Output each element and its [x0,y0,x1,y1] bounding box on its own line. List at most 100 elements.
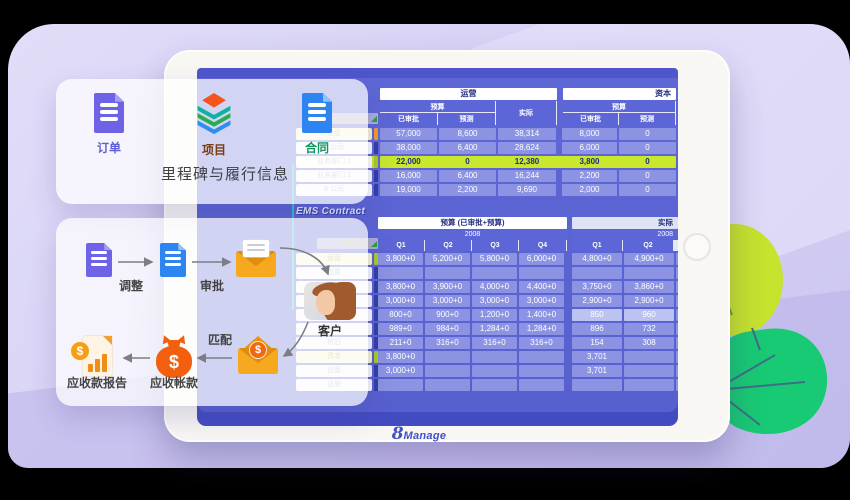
actual-q2-cell[interactable]: 732 [624,323,674,335]
cap-forecast-cell[interactable]: 0 [619,142,676,154]
budget-q1-cell[interactable]: 3,800+0 [378,281,423,293]
budget-q3-cell[interactable] [472,365,517,377]
budget-q3-cell[interactable] [472,351,517,363]
budget-q1-cell[interactable]: 989+0 [378,323,423,335]
budget-q2-cell[interactable]: 900+0 [425,309,470,321]
budget-q2-cell[interactable]: 984+0 [425,323,470,335]
top-table-row[interactable]: 16,000 6,400 16,244 2,200 0 [380,170,676,182]
actual-q1-cell[interactable]: 3,750+0 [572,281,622,293]
budget-q2-cell[interactable]: 5,200+0 [425,253,470,265]
ops-approved-cell[interactable]: 57,000 [380,128,437,140]
budget-q4-cell[interactable] [519,267,564,279]
ops-approved-cell[interactable]: 38,000 [380,142,437,154]
budget-q3-cell[interactable]: 4,000+0 [472,281,517,293]
ops-forecast-cell[interactable]: 8,600 [439,128,496,140]
budget-q3-cell[interactable]: 5,800+0 [472,253,517,265]
budget-q2-cell[interactable] [425,267,470,279]
actual-q2-cell[interactable] [624,351,674,363]
actual-q1-cell[interactable] [572,379,622,391]
budget-q3-cell[interactable]: 1,284+0 [472,323,517,335]
cap-approved-cell[interactable]: 2,200 [562,170,617,182]
budget-q4-cell[interactable]: 6,000+0 [519,253,564,265]
budget-q4-cell[interactable]: 4,400+0 [519,281,564,293]
budget-q3-cell[interactable]: 316+0 [472,337,517,349]
ops-actual-cell[interactable]: 16,244 [498,170,556,182]
actual-q1-cell[interactable]: 3,701 [572,351,622,363]
cap-forecast-cell[interactable]: 0 [619,156,676,168]
ops-approved-cell[interactable]: 16,000 [380,170,437,182]
actual-q1-cell[interactable]: 3,701 [572,365,622,377]
budget-q3-cell[interactable] [472,267,517,279]
bottom-table-row[interactable]: 3,000+0 3,701 [378,365,678,377]
budget-q3-cell[interactable] [472,379,517,391]
ops-forecast-cell[interactable]: 6,400 [439,170,496,182]
ops-approved-cell[interactable]: 19,000 [380,184,437,196]
budget-q2-cell[interactable] [425,351,470,363]
ops-actual-cell[interactable]: 28,624 [498,142,556,154]
actual-q1-cell[interactable]: 2,900+0 [572,295,622,307]
budget-q2-cell[interactable]: 3,000+0 [425,295,470,307]
cap-forecast-cell[interactable]: 0 [619,184,676,196]
budget-q1-cell[interactable]: 800+0 [378,309,423,321]
actual-q2-cell[interactable]: 2,900+0 [624,295,674,307]
cap-approved-cell[interactable]: 3,800 [562,156,617,168]
top-table-row[interactable]: 19,000 2,200 9,690 2,000 0 [380,184,676,196]
ops-forecast-cell[interactable]: 0 [439,156,496,168]
cap-forecast-cell[interactable]: 0 [619,128,676,140]
actual-q2-cell[interactable] [624,267,674,279]
budget-q3-cell[interactable]: 3,000+0 [472,295,517,307]
cap-approved-cell[interactable]: 2,000 [562,184,617,196]
actual-q2-cell[interactable]: 3,860+0 [624,281,674,293]
bottom-table-row[interactable] [378,379,678,391]
bottom-table-row[interactable]: 800+0 900+0 1,200+0 1,400+0 850 960 [378,309,678,321]
budget-q1-cell[interactable] [378,379,423,391]
ops-actual-cell[interactable]: 38,314 [498,128,556,140]
budget-q4-cell[interactable] [519,351,564,363]
actual-q2-cell[interactable]: 960 [624,309,674,321]
actual-q2-cell[interactable]: 308 [624,337,674,349]
budget-q1-cell[interactable] [378,267,423,279]
cap-forecast-cell[interactable]: 0 [619,170,676,182]
budget-q1-cell[interactable]: 3,800+0 [378,351,423,363]
budget-q2-cell[interactable]: 316+0 [425,337,470,349]
bottom-table-row[interactable]: 211+0 316+0 316+0 316+0 154 308 [378,337,678,349]
budget-q4-cell[interactable] [519,365,564,377]
cap-approved-cell[interactable]: 8,000 [562,128,617,140]
budget-q1-cell[interactable]: 3,800+0 [378,253,423,265]
bottom-table-row[interactable]: 3,800+0 3,900+0 4,000+0 4,400+0 3,750+0 … [378,281,678,293]
budget-q4-cell[interactable] [519,379,564,391]
budget-q2-cell[interactable] [425,379,470,391]
bottom-table-row[interactable]: 3,800+0 5,200+0 5,800+0 6,000+0 4,800+0 … [378,253,678,265]
top-table-row[interactable]: 38,000 6,400 28,624 6,000 0 [380,142,676,154]
actual-q2-cell[interactable] [624,379,674,391]
actual-q1-cell[interactable]: 896 [572,323,622,335]
actual-q1-cell[interactable] [572,267,622,279]
actual-q1-cell[interactable]: 154 [572,337,622,349]
ops-forecast-cell[interactable]: 2,200 [439,184,496,196]
budget-q4-cell[interactable]: 1,284+0 [519,323,564,335]
ops-actual-cell[interactable]: 9,690 [498,184,556,196]
top-table-row[interactable]: 22,000 0 12,380 3,800 0 [380,156,676,168]
home-button[interactable] [683,233,711,261]
budget-q1-cell[interactable]: 3,000+0 [378,295,423,307]
actual-q2-cell[interactable]: 4,900+0 [624,253,674,265]
budget-q4-cell[interactable]: 316+0 [519,337,564,349]
top-table-row[interactable]: 57,000 8,600 38,314 8,000 0 [380,128,676,140]
budget-q1-cell[interactable]: 3,000+0 [378,365,423,377]
actual-q1-cell[interactable]: 4,800+0 [572,253,622,265]
actual-q1-cell[interactable]: 850 [572,309,622,321]
budget-q3-cell[interactable]: 1,200+0 [472,309,517,321]
budget-q1-cell[interactable]: 211+0 [378,337,423,349]
budget-q4-cell[interactable]: 1,400+0 [519,309,564,321]
ops-actual-cell[interactable]: 12,380 [498,156,556,168]
budget-q2-cell[interactable]: 3,900+0 [425,281,470,293]
budget-q2-cell[interactable] [425,365,470,377]
bottom-table-row[interactable]: 989+0 984+0 1,284+0 1,284+0 896 732 [378,323,678,335]
ops-approved-cell[interactable]: 22,000 [380,156,437,168]
actual-q2-cell[interactable] [624,365,674,377]
budget-q4-cell[interactable]: 3,000+0 [519,295,564,307]
ops-forecast-cell[interactable]: 6,400 [439,142,496,154]
bottom-table-row[interactable]: 3,000+0 3,000+0 3,000+0 3,000+0 2,900+0 … [378,295,678,307]
cap-approved-cell[interactable]: 6,000 [562,142,617,154]
bottom-table-row[interactable]: 3,800+0 3,701 [378,351,678,363]
